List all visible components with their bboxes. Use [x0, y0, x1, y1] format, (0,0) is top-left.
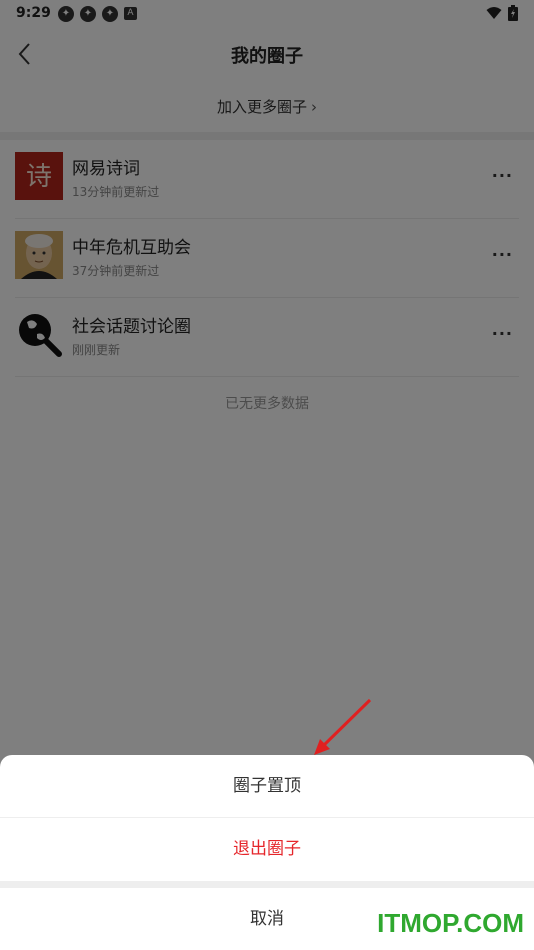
red-arrow-annotation — [314, 698, 372, 755]
quit-circle-button[interactable]: 退出圈子 — [0, 818, 534, 880]
watermark: ITMOP.COM — [377, 908, 524, 938]
pin-circle-button[interactable]: 圈子置顶 — [0, 755, 534, 817]
divider — [0, 881, 534, 888]
screen: 9:29 ✦ ✦ ✦ A 我的圈子 加入更多圈子› 诗 网易诗词 13分钟前更新… — [0, 0, 534, 950]
